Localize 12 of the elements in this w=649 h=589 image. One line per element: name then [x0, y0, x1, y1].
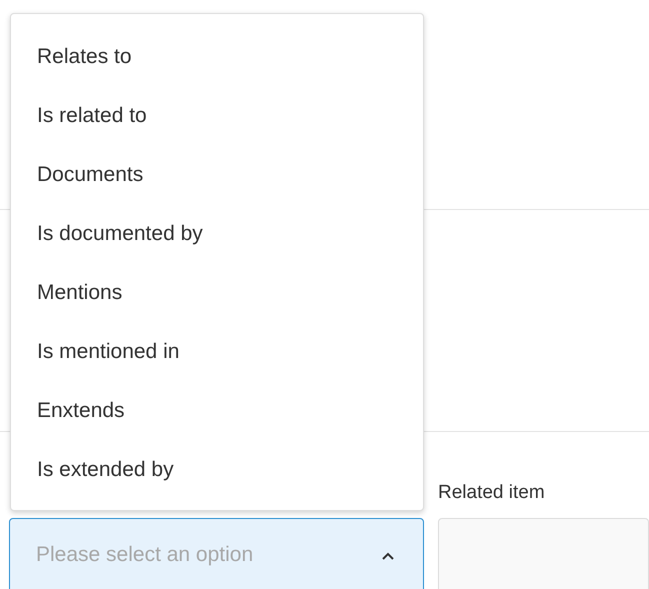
placeholder-text: Please select an option: [36, 543, 254, 567]
menu-option[interactable]: Documents: [11, 146, 423, 205]
menu-option[interactable]: Is extended by: [11, 441, 423, 500]
menu-option[interactable]: Enxtends: [11, 382, 423, 441]
chevron-icon: [381, 551, 395, 561]
menu-option[interactable]: Is mentioned in: [11, 323, 423, 382]
menu-option[interactable]: Is related to: [11, 87, 423, 146]
menu-option[interactable]: Relates to: [11, 28, 423, 87]
menu-option[interactable]: Mentions: [11, 264, 423, 323]
field-label: Related item: [438, 482, 546, 504]
menu-option[interactable]: Is documented by: [11, 205, 423, 264]
input-field[interactable]: [438, 518, 649, 589]
